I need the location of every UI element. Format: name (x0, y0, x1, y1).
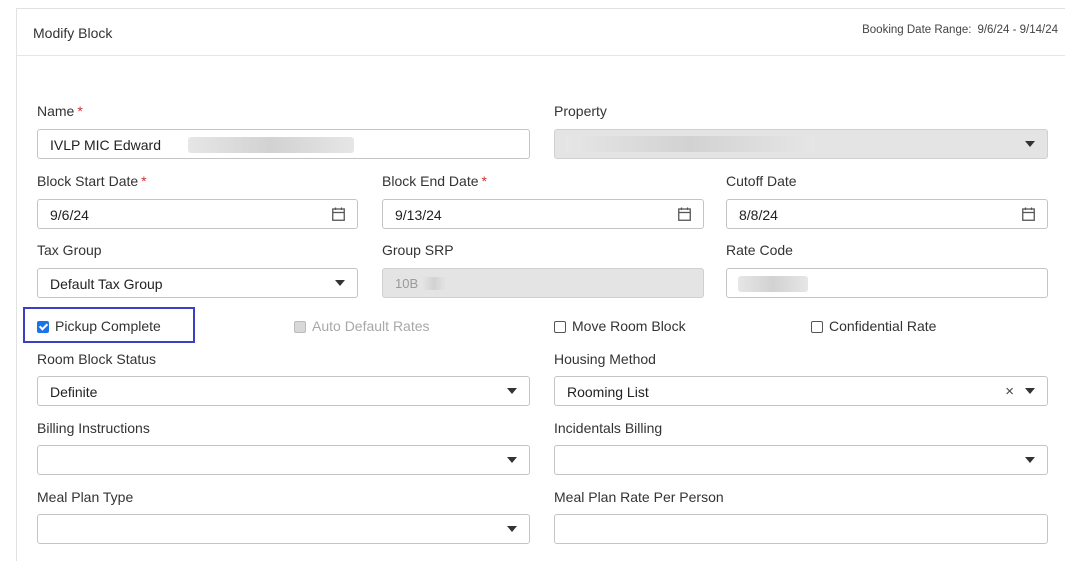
billing-instructions-select[interactable] (37, 445, 530, 475)
booking-date-range-value: 9/6/24 - 9/14/24 (977, 24, 1058, 36)
redacted-text (188, 137, 354, 153)
room-block-status-select[interactable]: Definite (37, 376, 530, 406)
group-srp-field: 10B (382, 268, 704, 298)
confidential-rate-checkbox[interactable]: Confidential Rate (811, 318, 936, 334)
redacted-text (565, 136, 815, 152)
block-end-date-label: Block End Date * (382, 173, 487, 189)
room-block-status-label: Room Block Status (37, 351, 157, 367)
tax-group-label: Tax Group (37, 242, 102, 258)
chevron-down-icon (507, 457, 517, 463)
rate-code-label: Rate Code (726, 242, 793, 258)
name-field[interactable]: IVLP MIC Edward (37, 129, 530, 159)
property-select[interactable] (554, 129, 1048, 159)
clear-icon[interactable]: × (1005, 383, 1014, 400)
checkbox-icon (811, 321, 823, 333)
name-label: Name * (37, 103, 83, 119)
housing-method-select[interactable]: Rooming List × (554, 376, 1048, 406)
cutoff-date-field[interactable]: 8/8/24 (726, 199, 1048, 229)
chevron-down-icon (507, 526, 517, 532)
auto-default-rates-checkbox: Auto Default Rates (294, 318, 430, 334)
tax-group-select[interactable]: Default Tax Group (37, 268, 358, 298)
incidentals-billing-label: Incidentals Billing (554, 420, 663, 436)
calendar-icon[interactable] (678, 207, 691, 221)
chevron-down-icon (1025, 457, 1035, 463)
meal-plan-rate-label: Meal Plan Rate Per Person (554, 489, 724, 505)
block-end-date-field[interactable]: 9/13/24 (382, 199, 704, 229)
redacted-text (738, 276, 808, 292)
cutoff-date-label: Cutoff Date (726, 173, 797, 189)
rate-code-field[interactable] (726, 268, 1048, 298)
block-start-date-field[interactable]: 9/6/24 (37, 199, 358, 229)
chevron-down-icon (1025, 388, 1035, 394)
property-label: Property (554, 103, 607, 119)
meal-plan-type-label: Meal Plan Type (37, 489, 134, 505)
calendar-icon[interactable] (1022, 207, 1035, 221)
pickup-complete-checkbox[interactable]: Pickup Complete (37, 318, 161, 334)
redacted-text (421, 277, 447, 290)
booking-date-range-label: Booking Date Range: (862, 24, 972, 36)
move-room-block-checkbox[interactable]: Move Room Block (554, 318, 686, 334)
chevron-down-icon (1025, 141, 1035, 147)
housing-method-label: Housing Method (554, 351, 656, 367)
meal-plan-rate-field[interactable] (554, 514, 1048, 544)
group-srp-label: Group SRP (382, 242, 454, 258)
chevron-down-icon (335, 280, 345, 286)
chevron-down-icon (507, 388, 517, 394)
checkbox-icon (554, 321, 566, 333)
block-start-date-label: Block Start Date * (37, 173, 147, 189)
page-title: Modify Block (33, 25, 113, 41)
calendar-icon[interactable] (332, 207, 345, 221)
incidentals-billing-select[interactable] (554, 445, 1048, 475)
modify-block-panel: Modify Block Booking Date Range: 9/6/24 -… (16, 8, 1065, 561)
billing-instructions-label: Billing Instructions (37, 420, 150, 436)
panel-header: Modify Block Booking Date Range: 9/6/24 -… (17, 9, 1065, 56)
checkbox-icon (294, 321, 306, 333)
meal-plan-type-select[interactable] (37, 514, 530, 544)
checkbox-checked-icon (37, 321, 49, 333)
booking-date-range: Booking Date Range: 9/6/24 - 9/14/24 (862, 24, 1058, 36)
